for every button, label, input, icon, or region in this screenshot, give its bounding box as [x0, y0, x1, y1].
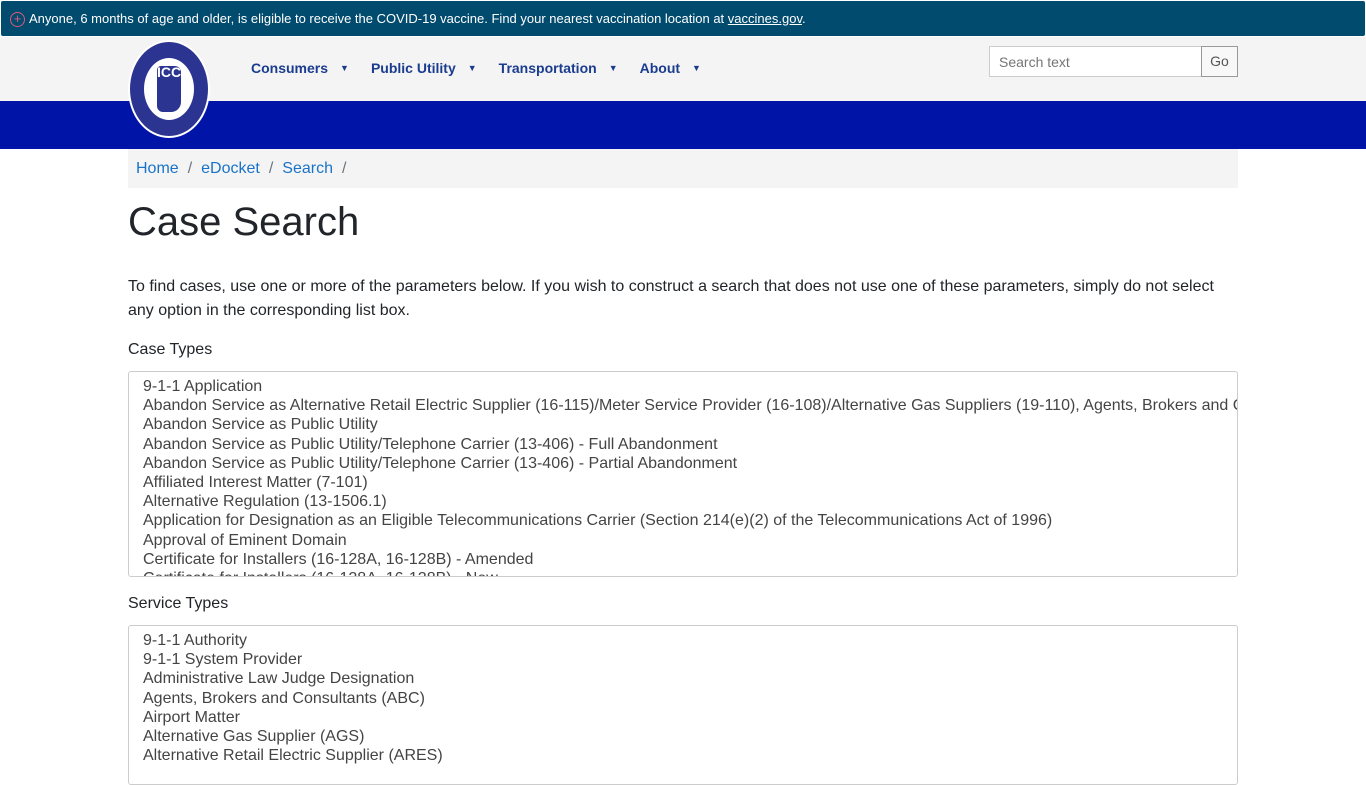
list-option[interactable]: Certificate for Installers (16-128A, 16-… [143, 569, 1223, 576]
covid-alert-banner: + Anyone, 6 months of age and older, is … [1, 1, 1365, 36]
list-option[interactable]: Affiliated Interest Matter (7-101) [143, 473, 1223, 492]
breadcrumb-search[interactable]: Search [282, 160, 333, 177]
caret-down-icon: ▼ [340, 63, 349, 73]
list-option[interactable]: Alternative Gas Supplier (AGS) [143, 727, 1223, 746]
service-types-listbox[interactable]: 9-1-1 Authority 9-1-1 System Provider Admi… [128, 625, 1238, 785]
list-option[interactable]: Certificate for Installers (16-128A, 16-… [143, 550, 1223, 569]
list-option[interactable]: 9-1-1 Authority [143, 631, 1223, 650]
list-option[interactable]: Alternative Regulation (13-1506.1) [143, 492, 1223, 511]
list-option[interactable]: Administrative Law Judge Designation [143, 669, 1223, 688]
list-option[interactable]: Abandon Service as Public Utility/Teleph… [143, 435, 1223, 454]
nav-consumers[interactable]: Consumers ▼ [251, 60, 349, 76]
case-types-listbox[interactable]: 9-1-1 Application Abandon Service as Alte… [128, 371, 1238, 577]
list-option[interactable]: Application for Designation as an Eligib… [143, 511, 1223, 530]
list-option[interactable]: 9-1-1 Application [143, 377, 1223, 396]
list-option[interactable]: Alternative Retail Electric Supplier (AR… [143, 746, 1223, 765]
list-option[interactable]: Agents, Brokers and Consultants (ABC) [143, 689, 1223, 708]
icc-logo[interactable]: ICC [128, 40, 210, 138]
alert-text: Anyone, 6 months of age and older, is el… [29, 11, 728, 26]
caret-down-icon: ▼ [608, 63, 618, 73]
breadcrumb-home[interactable]: Home [136, 160, 179, 177]
nav-label: Transportation [498, 60, 597, 76]
nav-label: Public Utility [370, 60, 456, 76]
list-option[interactable]: Abandon Service as Alternative Retail El… [143, 396, 1237, 415]
nav-label: About [639, 60, 681, 76]
nav-about[interactable]: About ▼ [640, 60, 701, 76]
list-option[interactable]: Approval of Eminent Domain [143, 531, 1223, 550]
list-option[interactable]: Abandon Service as Public Utility/Teleph… [143, 454, 1223, 473]
main-nav: Consumers ▼ Public Utility ▼ Transportatio… [251, 60, 723, 76]
go-button[interactable]: Go [1201, 46, 1238, 77]
list-option[interactable]: 9-1-1 System Provider [143, 650, 1223, 669]
search-input[interactable] [989, 46, 1202, 77]
nav-label: Consumers [251, 60, 329, 76]
list-option[interactable]: Abandon Service as Public Utility [143, 415, 1223, 434]
nav-public-utility[interactable]: Public Utility ▼ [371, 60, 477, 76]
list-option[interactable]: Airport Matter [143, 708, 1223, 727]
logo-text: ICC [156, 64, 182, 80]
intro-text: To find cases, use one or more of the pa… [128, 278, 1214, 319]
expand-plus-icon[interactable]: + [10, 12, 25, 27]
page-title: Case Search [128, 200, 360, 244]
alert-end: . [801, 11, 806, 26]
service-types-label: Service Types [128, 595, 229, 612]
caret-down-icon: ▼ [692, 63, 701, 73]
breadcrumb-edocket[interactable]: eDocket [201, 160, 260, 177]
breadcrumb: Home / eDocket / Search / [128, 149, 1238, 188]
caret-down-icon: ▼ [467, 63, 477, 73]
vaccines-link[interactable]: vaccines.gov [728, 11, 802, 26]
case-types-label: Case Types [128, 341, 213, 358]
nav-transportation[interactable]: Transportation ▼ [499, 60, 618, 76]
